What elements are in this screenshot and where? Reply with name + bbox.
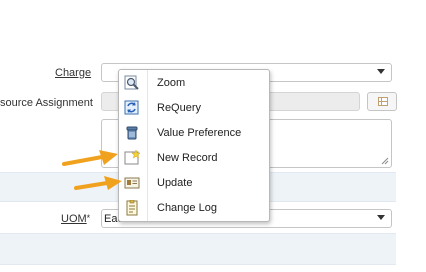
menu-item-label: Update	[157, 177, 193, 189]
menu-item-label: Value Preference	[157, 127, 242, 139]
change-log-icon	[126, 200, 138, 216]
charge-label[interactable]: Charge	[55, 67, 91, 79]
menu-item-change-log[interactable]: Change Log	[119, 196, 269, 221]
menu-item-value-preference[interactable]: Value Preference	[119, 121, 269, 146]
menu-item-label: Change Log	[157, 202, 217, 214]
resource-assignment-button[interactable]	[367, 92, 397, 111]
uom-label[interactable]: UOM	[61, 213, 87, 225]
value-preference-icon	[126, 126, 138, 140]
menu-item-new-record[interactable]: New Record	[119, 146, 269, 171]
context-menu: Zoom ReQuery Value Preference New Record	[118, 69, 270, 222]
menu-item-requery[interactable]: ReQuery	[119, 96, 269, 121]
menu-item-zoom[interactable]: Zoom	[119, 71, 269, 96]
update-icon	[124, 177, 140, 189]
menu-item-label: New Record	[157, 152, 218, 164]
section-band-bottom	[0, 233, 396, 265]
table-icon	[378, 97, 388, 106]
zoom-icon	[124, 75, 139, 90]
resize-handle-icon[interactable]	[381, 157, 389, 165]
chevron-down-icon	[377, 69, 385, 74]
chevron-down-icon	[377, 215, 385, 220]
menu-item-label: Zoom	[157, 77, 186, 89]
uom-label-wrap: UOM*	[61, 213, 90, 225]
menu-item-label: ReQuery	[157, 102, 202, 114]
requery-icon	[124, 100, 139, 115]
required-marker: *	[86, 213, 91, 223]
annotation-arrow-new-record	[62, 150, 118, 166]
annotation-arrow-update	[74, 176, 122, 190]
new-record-icon	[124, 150, 140, 165]
menu-item-update[interactable]: Update	[119, 171, 269, 196]
resource-assignment-label: source Assignment	[0, 97, 93, 109]
